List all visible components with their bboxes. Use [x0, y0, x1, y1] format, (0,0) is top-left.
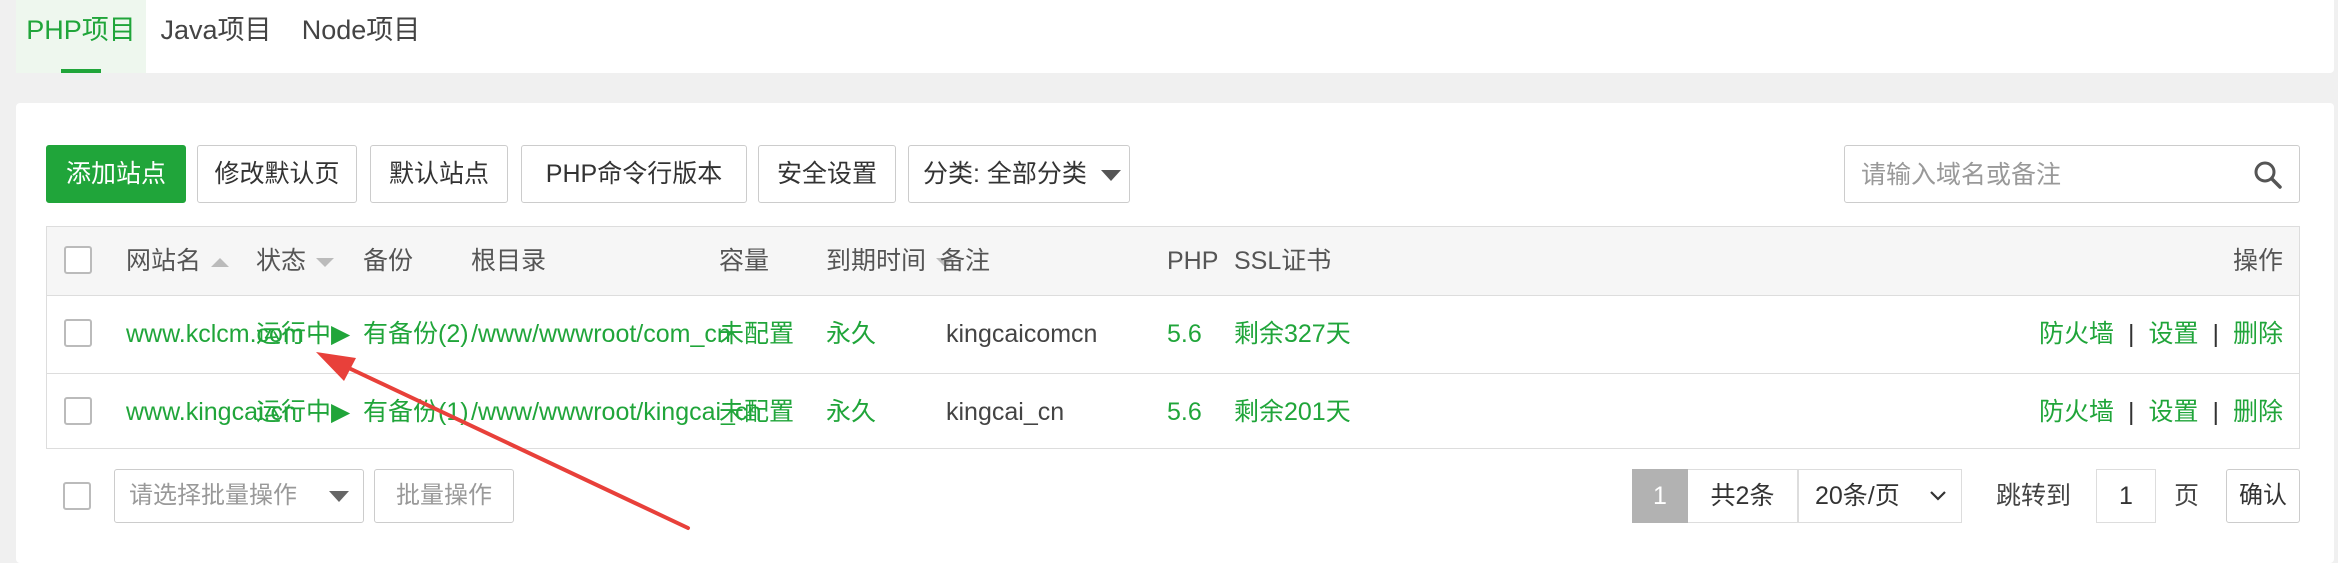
batch-action-button[interactable]: 批量操作 — [374, 469, 514, 523]
header-remark: 备注 — [940, 247, 991, 275]
root-dir-link[interactable]: /www/wwwroot/kingcai_cn — [471, 397, 761, 427]
php-version-link[interactable]: 5.6 — [1167, 319, 1202, 349]
status-toggle[interactable]: 运行中▶ — [256, 397, 350, 427]
header-php: PHP — [1167, 247, 1219, 275]
row-checkbox[interactable] — [64, 397, 92, 425]
chevron-down-icon — [1100, 169, 1121, 181]
ssl-status-link[interactable]: 剩余327天 — [1234, 319, 1351, 349]
table-row: www.kingcai.cn 运行中▶ 有备份(1) /www/wwwroot/… — [47, 374, 2299, 451]
tab-node-projects[interactable]: Node项目 — [286, 0, 436, 73]
sort-desc-icon — [316, 257, 335, 267]
row-actions: 防火墙 | 设置 | 删除 — [2039, 319, 2283, 349]
batch-action-select[interactable]: 请选择批量操作 — [114, 469, 364, 523]
batch-action-placeholder: 请选择批量操作 — [129, 482, 297, 509]
tab-java-projects[interactable]: Java项目 — [146, 0, 286, 73]
header-capacity: 容量 — [719, 247, 770, 275]
row-actions: 防火墙 | 设置 | 删除 — [2039, 397, 2283, 427]
action-separator: | — [2212, 398, 2219, 426]
expire-link[interactable]: 永久 — [826, 319, 876, 349]
header-expire[interactable]: 到期时间 — [826, 246, 955, 276]
chevron-down-icon — [1930, 491, 1946, 501]
php-cli-version-button[interactable]: PHP命令行版本 — [521, 145, 747, 203]
table-header: 网站名 状态 备份 根目录 容量 到期时间 备注 PHP SSL证书 操作 — [47, 227, 2299, 296]
page-size-label: 20条/页 — [1815, 482, 1900, 510]
php-version-link[interactable]: 5.6 — [1167, 397, 1202, 427]
chevron-down-icon — [329, 491, 349, 502]
security-settings-button[interactable]: 安全设置 — [758, 145, 896, 203]
search-icon[interactable] — [2253, 160, 2283, 190]
expire-link[interactable]: 永久 — [826, 397, 876, 427]
header-backup: 备份 — [363, 247, 414, 275]
firewall-link[interactable]: 防火墙 — [2039, 320, 2114, 348]
modify-default-page-button[interactable]: 修改默认页 — [197, 145, 357, 203]
select-all-checkbox[interactable] — [64, 246, 92, 274]
root-dir-link[interactable]: /www/wwwroot/com_cn — [471, 319, 731, 349]
header-site-name[interactable]: 网站名 — [126, 246, 230, 276]
ssl-status-link[interactable]: 剩余201天 — [1234, 397, 1351, 427]
project-tab-bar: PHP项目 Java项目 Node项目 — [16, 0, 2334, 73]
capacity-link[interactable]: 未配置 — [719, 319, 794, 349]
pagination-current-page[interactable]: 1 — [1632, 469, 1688, 523]
settings-link[interactable]: 设置 — [2148, 398, 2198, 426]
jump-confirm-button[interactable]: 确认 — [2226, 469, 2300, 523]
remark-text[interactable]: kingcaicomcn — [946, 319, 1097, 349]
header-actions: 操作 — [2232, 247, 2283, 275]
page-unit-label: 页 — [2174, 482, 2200, 510]
default-site-button[interactable]: 默认站点 — [370, 145, 508, 203]
delete-link[interactable]: 删除 — [2233, 398, 2283, 426]
capacity-link[interactable]: 未配置 — [719, 397, 794, 427]
tab-php-projects[interactable]: PHP项目 — [16, 0, 146, 73]
jump-page-input[interactable]: 1 — [2096, 469, 2156, 523]
pagination-total: 共2条 — [1688, 469, 1798, 523]
header-ssl: SSL证书 — [1234, 247, 1332, 275]
action-separator: | — [2212, 320, 2219, 348]
header-status-label: 状态 — [256, 247, 307, 275]
search-input[interactable] — [1859, 146, 2243, 204]
header-expire-label: 到期时间 — [826, 247, 927, 275]
add-site-button[interactable]: 添加站点 — [46, 145, 186, 203]
backup-link[interactable]: 有备份(1) — [363, 397, 469, 427]
site-list-panel: 添加站点 修改默认页 默认站点 PHP命令行版本 安全设置 分类: 全部分类 网… — [16, 103, 2334, 563]
table-row: www.kclcm.com 运行中▶ 有备份(2) /www/wwwroot/c… — [47, 296, 2299, 374]
header-root-dir: 根目录 — [471, 247, 547, 275]
settings-link[interactable]: 设置 — [2148, 320, 2198, 348]
category-select-label: 分类: 全部分类 — [923, 160, 1087, 188]
delete-link[interactable]: 删除 — [2233, 320, 2283, 348]
header-site-name-label: 网站名 — [126, 247, 202, 275]
category-select[interactable]: 分类: 全部分类 — [908, 145, 1130, 203]
action-separator: | — [2127, 398, 2135, 426]
site-table: 网站名 状态 备份 根目录 容量 到期时间 备注 PHP SSL证书 操作 ww… — [46, 226, 2300, 449]
remark-text[interactable]: kingcai_cn — [946, 397, 1064, 427]
backup-link[interactable]: 有备份(2) — [363, 319, 469, 349]
jump-to-label: 跳转到 — [1996, 482, 2072, 510]
batch-select-all-checkbox[interactable] — [63, 482, 91, 510]
row-checkbox[interactable] — [64, 319, 92, 347]
firewall-link[interactable]: 防火墙 — [2039, 398, 2114, 426]
status-toggle[interactable]: 运行中▶ — [256, 319, 350, 349]
page-size-select[interactable]: 20条/页 — [1798, 469, 1962, 523]
search-box — [1844, 145, 2300, 204]
header-status[interactable]: 状态 — [256, 246, 335, 276]
sort-asc-icon — [211, 257, 230, 267]
action-separator: | — [2127, 320, 2135, 348]
